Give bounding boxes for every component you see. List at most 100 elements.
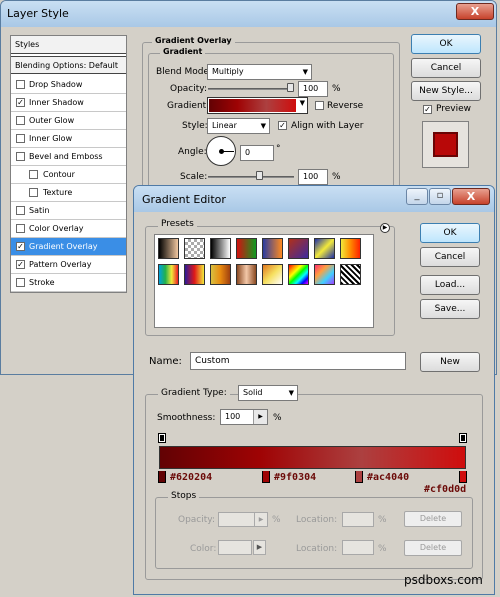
color-stop-2-hex: #9f0304 — [274, 472, 317, 483]
scale-slider[interactable] — [208, 176, 294, 178]
color-stop-1[interactable] — [158, 471, 166, 483]
style-item-color-overlay[interactable]: Color Overlay — [11, 220, 126, 238]
preset-swatch[interactable] — [340, 238, 361, 259]
opacity-stop-left[interactable] — [158, 433, 166, 443]
new-style-button[interactable]: New Style... — [411, 81, 481, 101]
gradient-load-button[interactable]: Load... — [420, 275, 480, 295]
drop-shadow-checkbox[interactable] — [16, 80, 25, 89]
maximize-icon[interactable]: ▫ — [429, 188, 451, 205]
scale-input[interactable]: 100 — [298, 169, 328, 185]
new-gradient-button[interactable]: New — [420, 352, 480, 372]
preset-swatch[interactable] — [340, 264, 361, 285]
preset-swatch[interactable] — [314, 264, 335, 285]
preview-checkbox[interactable]: ✓ — [423, 105, 432, 114]
opacity-slider-thumb[interactable] — [287, 83, 294, 92]
scale-label: Scale: — [180, 172, 208, 182]
smoothness-stepper-icon[interactable]: ▶ — [253, 410, 267, 424]
angle-dial[interactable] — [206, 136, 236, 166]
layer-style-titlebar[interactable]: Layer Style X — [1, 1, 496, 27]
align-with-layer-checkbox[interactable]: ✓ — [278, 121, 287, 130]
style-item-contour[interactable]: Contour — [11, 166, 126, 184]
gradient-name-input[interactable]: Custom — [190, 352, 406, 370]
color-stop-4[interactable] — [459, 471, 467, 483]
style-item-texture[interactable]: Texture — [11, 184, 126, 202]
style-item-satin[interactable]: Satin — [11, 202, 126, 220]
layer-style-ok-button[interactable]: OK — [411, 34, 481, 54]
pattern-overlay-checkbox[interactable]: ✓ — [16, 260, 25, 269]
preset-swatch[interactable] — [184, 264, 205, 285]
preset-swatch[interactable] — [158, 264, 179, 285]
gradient-overlay-checkbox[interactable]: ✓ — [16, 242, 25, 251]
opacity-slider[interactable] — [208, 88, 294, 90]
reverse-checkbox[interactable] — [315, 101, 324, 110]
inner-shadow-checkbox[interactable]: ✓ — [16, 98, 25, 107]
gradient-ok-button[interactable]: OK — [420, 223, 480, 243]
chevron-down-icon: ▼ — [260, 122, 266, 130]
preset-swatch[interactable] — [262, 238, 283, 259]
stop-color-swatch[interactable] — [218, 540, 252, 555]
opacity-input[interactable]: 100 — [298, 81, 328, 97]
outer-glow-checkbox[interactable] — [16, 116, 25, 125]
gradient-picker-swatch — [209, 99, 296, 112]
preset-swatch[interactable] — [158, 238, 179, 259]
style-item-inner-glow[interactable]: Inner Glow — [11, 130, 126, 148]
watermark: psdboxs.com — [404, 573, 483, 587]
color-overlay-checkbox[interactable] — [16, 224, 25, 233]
color-stop-3[interactable] — [355, 471, 363, 483]
styles-header[interactable]: Styles — [11, 36, 126, 54]
close-icon[interactable]: X — [452, 188, 490, 205]
preset-swatch[interactable] — [288, 264, 309, 285]
scale-slider-thumb[interactable] — [256, 171, 263, 180]
blending-options[interactable]: Blending Options: Default — [11, 56, 126, 74]
inner-glow-checkbox[interactable] — [16, 134, 25, 143]
stroke-checkbox[interactable] — [16, 278, 25, 287]
preset-swatch[interactable] — [236, 264, 257, 285]
style-item-gradient-overlay[interactable]: ✓ Gradient Overlay — [11, 238, 126, 256]
style-item-inner-shadow[interactable]: ✓ Inner Shadow — [11, 94, 126, 112]
gradient-overlay-title: Gradient Overlay — [152, 36, 235, 45]
stop-color-menu-icon[interactable]: ▶ — [253, 540, 266, 555]
styles-list: Styles Blending Options: Default Drop Sh… — [10, 35, 127, 293]
gradient-type-select[interactable]: Solid ▼ — [238, 385, 298, 401]
opacity-stop-right[interactable] — [459, 433, 467, 443]
delete-color-stop-button[interactable]: Delete — [404, 540, 462, 556]
preset-swatch[interactable] — [314, 238, 335, 259]
presets-menu-icon[interactable]: ▶ — [380, 223, 390, 233]
style-select[interactable]: Linear ▼ — [207, 118, 270, 134]
style-item-drop-shadow[interactable]: Drop Shadow — [11, 76, 126, 94]
gradient-subgroup-title: Gradient — [160, 47, 206, 56]
gradient-editor-titlebar[interactable]: Gradient Editor _ ▫ X — [134, 186, 494, 212]
style-item-bevel-emboss[interactable]: Bevel and Emboss — [11, 148, 126, 166]
gradient-cancel-button[interactable]: Cancel — [420, 247, 480, 267]
texture-checkbox[interactable] — [29, 188, 38, 197]
delete-opacity-stop-button[interactable]: Delete — [404, 511, 462, 527]
preset-swatch[interactable] — [262, 264, 283, 285]
stops-title: Stops — [168, 491, 200, 501]
close-icon[interactable]: X — [456, 3, 494, 20]
layer-style-cancel-button[interactable]: Cancel — [411, 58, 481, 78]
preset-swatch[interactable] — [288, 238, 309, 259]
preset-swatch[interactable] — [236, 238, 257, 259]
preset-swatch[interactable] — [210, 238, 231, 259]
stop-opacity-location-percent: % — [378, 515, 387, 525]
gradient-picker[interactable]: ▼ — [207, 97, 308, 114]
color-stop-2[interactable] — [262, 471, 270, 483]
preset-swatch[interactable] — [184, 238, 205, 259]
style-item-stroke[interactable]: Stroke — [11, 274, 126, 292]
blend-mode-select[interactable]: Multiply ▼ — [207, 64, 312, 80]
stop-color-location-input[interactable] — [342, 540, 374, 555]
angle-input[interactable]: 0 — [240, 145, 274, 161]
stop-color-location-label: Location: — [296, 544, 338, 554]
stop-opacity-stepper-icon[interactable]: ▶ — [254, 513, 267, 526]
contour-checkbox[interactable] — [29, 170, 38, 179]
color-stop-1-hex: #620204 — [170, 472, 213, 483]
stop-opacity-location-input[interactable] — [342, 512, 374, 527]
gradient-save-button[interactable]: Save... — [420, 299, 480, 319]
style-item-pattern-overlay[interactable]: ✓ Pattern Overlay — [11, 256, 126, 274]
bevel-emboss-checkbox[interactable] — [16, 152, 25, 161]
minimize-icon[interactable]: _ — [406, 188, 428, 205]
preset-swatch[interactable] — [210, 264, 231, 285]
gradient-bar[interactable] — [159, 446, 466, 469]
style-item-outer-glow[interactable]: Outer Glow — [11, 112, 126, 130]
satin-checkbox[interactable] — [16, 206, 25, 215]
